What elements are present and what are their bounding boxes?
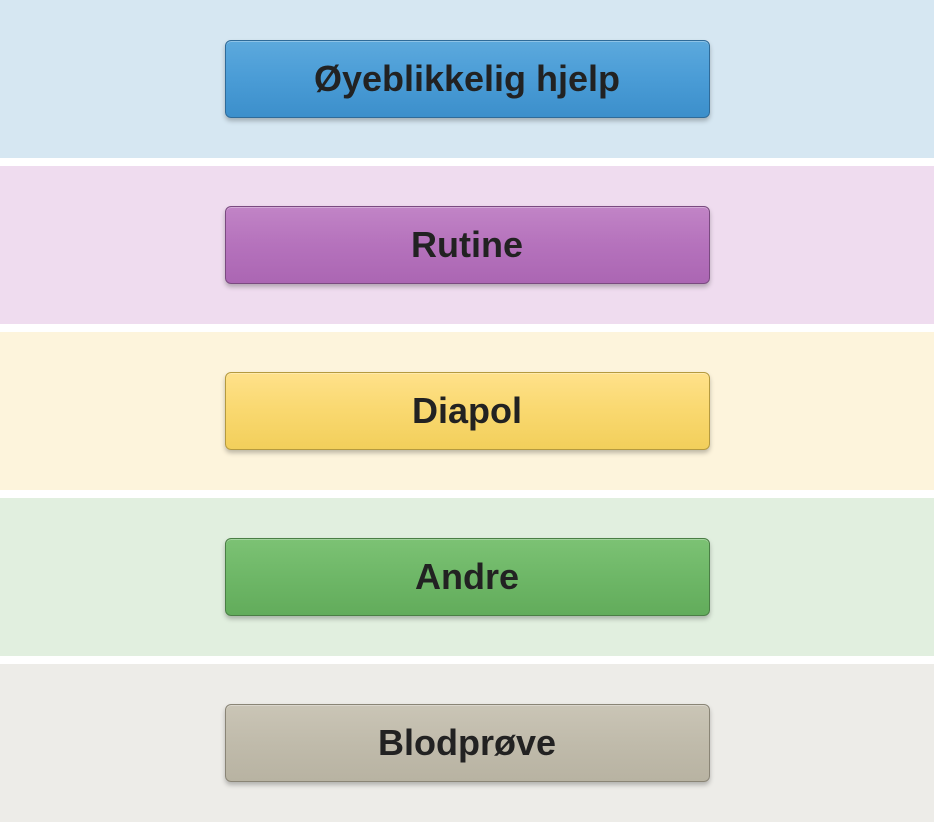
row-routine: Rutine bbox=[0, 166, 934, 324]
row-diapol: Diapol bbox=[0, 332, 934, 490]
routine-button[interactable]: Rutine bbox=[225, 206, 710, 284]
other-button[interactable]: Andre bbox=[225, 538, 710, 616]
diapol-label: Diapol bbox=[412, 390, 522, 432]
blood-test-label: Blodprøve bbox=[378, 722, 556, 764]
row-other: Andre bbox=[0, 498, 934, 656]
immediate-help-button[interactable]: Øyeblikkelig hjelp bbox=[225, 40, 710, 118]
blood-test-button[interactable]: Blodprøve bbox=[225, 704, 710, 782]
diapol-button[interactable]: Diapol bbox=[225, 372, 710, 450]
routine-label: Rutine bbox=[411, 224, 523, 266]
row-immediate-help: Øyeblikkelig hjelp bbox=[0, 0, 934, 158]
row-blood-test: Blodprøve bbox=[0, 664, 934, 822]
other-label: Andre bbox=[415, 556, 519, 598]
immediate-help-label: Øyeblikkelig hjelp bbox=[314, 58, 620, 100]
